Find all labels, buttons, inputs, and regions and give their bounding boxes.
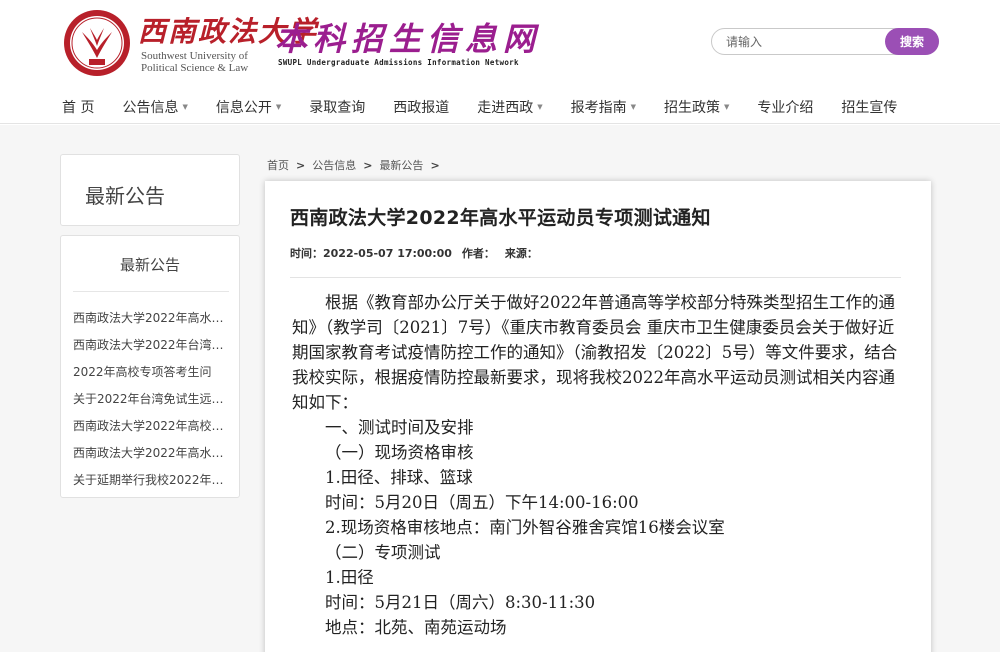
article-line: 2.现场资格审核地点：南门外智谷雅舍宾馆16楼会议室 bbox=[325, 518, 725, 537]
nav-item-label: 西政报道 bbox=[393, 100, 450, 116]
nav-item-label: 信息公开 bbox=[215, 100, 272, 116]
article-card: 西南政法大学2022年高水平运动员专项测试通知 时间：2022-05-07 17… bbox=[265, 181, 931, 652]
article-content: 根据《教育部办公厅关于做好2022年普通高等学校部分特殊类型招生工作的通知》（教… bbox=[292, 290, 904, 640]
site-header: 西南政法大学 Southwest University of Political… bbox=[0, 0, 1000, 88]
breadcrumb-link[interactable]: 公告信息 bbox=[312, 157, 356, 173]
nav-item[interactable]: 走进西政 ▼ bbox=[477, 97, 542, 117]
article-title: 西南政法大学2022年高水平运动员专项测试通知 bbox=[290, 207, 711, 229]
article-line: 时间：5月21日（周六）8:30-11:30 bbox=[325, 593, 596, 612]
nav-list: 首 页公告信息 ▼ 信息公开 ▼ 录取查询 西政报道 走进西政 ▼ 报考指南 ▼ 招生政策 ▼ 专业介绍… bbox=[62, 97, 925, 117]
breadcrumb-separator-icon: > bbox=[363, 158, 373, 172]
article-line: 1.田径、排球、篮球 bbox=[325, 468, 473, 487]
sidebar-items: 西南政法大学2022年高水… 西南政法大学2022年台湾… 2022年高校专项答考生… bbox=[73, 310, 229, 499]
breadcrumb-separator-icon: > bbox=[430, 158, 440, 172]
caret-down-icon: ▼ bbox=[537, 103, 543, 111]
nav-item[interactable]: 公告信息 ▼ bbox=[122, 97, 187, 117]
article-line: 地点：北苑、南苑运动场 bbox=[325, 618, 507, 637]
nav-item[interactable]: 招生政策 ▼ bbox=[664, 97, 729, 117]
nav-item-label: 招生政策 bbox=[664, 100, 721, 116]
sidebar-divider bbox=[73, 291, 229, 292]
article-line: 1.田径 bbox=[325, 568, 374, 587]
sidebar-list-item[interactable]: 西南政法大学2022年台湾… bbox=[73, 337, 229, 364]
nav-item[interactable]: 首 页 bbox=[62, 97, 94, 117]
search-box: 搜索 bbox=[711, 28, 939, 55]
sidebar-list-item[interactable]: 西南政法大学2022年高水… bbox=[73, 445, 229, 472]
nav-item-label: 报考指南 bbox=[570, 100, 627, 116]
sidebar-list-heading: 最新公告 bbox=[119, 256, 180, 274]
nav-item[interactable]: 西政报道 bbox=[393, 97, 449, 117]
sidebar-list-item[interactable]: 西南政法大学2022年高校… bbox=[73, 418, 229, 445]
sidebar-list-item[interactable]: 关于2022年台湾免试生远… bbox=[73, 391, 229, 418]
breadcrumb-link[interactable]: 首页 bbox=[267, 157, 289, 173]
search-button[interactable]: 搜索 bbox=[885, 28, 939, 55]
article-line: （一）现场资格审核 bbox=[325, 443, 474, 462]
nav-item-label: 专业介绍 bbox=[757, 100, 814, 116]
nav-item[interactable]: 招生宣传 bbox=[841, 97, 897, 117]
sidebar-list-item[interactable]: 关于延期举行我校2022年… bbox=[73, 472, 229, 499]
nav-item[interactable]: 专业介绍 bbox=[757, 97, 813, 117]
caret-down-icon: ▼ bbox=[630, 103, 637, 111]
main-nav: 首 页公告信息 ▼ 信息公开 ▼ 录取查询 西政报道 走进西政 ▼ 报考指南 ▼ 招生政策 ▼ 专业介绍… bbox=[0, 88, 1000, 124]
caret-down-icon: ▼ bbox=[275, 103, 282, 111]
search-input[interactable] bbox=[726, 32, 876, 52]
nav-item[interactable]: 报考指南 ▼ bbox=[571, 97, 636, 117]
nav-item-label: 招生宣传 bbox=[841, 100, 898, 116]
article-source: 来源： bbox=[504, 247, 538, 260]
nav-item[interactable]: 录取查询 bbox=[309, 97, 365, 117]
sidebar-list-box: 最新公告 西南政法大学2022年高水… 西南政法大学2022年台湾… 2022年高校… bbox=[60, 235, 240, 498]
university-seal-logo[interactable] bbox=[62, 8, 132, 78]
article-line: 一、测试时间及安排 bbox=[325, 418, 474, 437]
site-subtitle: SWUPL Undergraduate Admissions Informati… bbox=[278, 58, 519, 67]
breadcrumb: 首页 > 公告信息 > 最新公告 > bbox=[267, 157, 447, 173]
site-title: 本科招生信息网 bbox=[275, 20, 542, 58]
nav-item-label: 走进西政 bbox=[477, 100, 534, 116]
breadcrumb-separator-icon: > bbox=[296, 158, 306, 172]
nav-item[interactable]: 信息公开 ▼ bbox=[216, 97, 281, 117]
sidebar-list-item[interactable]: 2022年高校专项答考生问 bbox=[73, 364, 229, 391]
article-divider bbox=[290, 277, 901, 278]
article-line: （二）专项测试 bbox=[325, 543, 441, 562]
article-meta: 时间：2022-05-07 17:00:00 作者： 来源： bbox=[290, 245, 542, 261]
caret-down-icon: ▼ bbox=[182, 103, 188, 111]
caret-down-icon: ▼ bbox=[724, 103, 730, 111]
nav-item-label: 录取查询 bbox=[309, 100, 366, 116]
article-line: 时间：5月20日（周五）下午14:00-16:00 bbox=[325, 493, 639, 512]
university-name-en: Southwest University of Political Scienc… bbox=[141, 50, 249, 74]
sidebar-list-item[interactable]: 西南政法大学2022年高水… bbox=[73, 310, 229, 337]
sidebar-section-title: 最新公告 bbox=[85, 184, 165, 208]
nav-item-label: 首 页 bbox=[62, 100, 95, 116]
article-author: 作者： bbox=[461, 247, 495, 260]
sidebar-section-title-box: 最新公告 bbox=[60, 154, 240, 226]
article-time: 时间：2022-05-07 17:00:00 bbox=[290, 247, 452, 260]
breadcrumb-link[interactable]: 最新公告 bbox=[379, 157, 423, 173]
article-paragraph: 根据《教育部办公厅关于做好2022年普通高等学校部分特殊类型招生工作的通知》（教… bbox=[292, 293, 898, 412]
nav-item-label: 公告信息 bbox=[122, 100, 179, 116]
